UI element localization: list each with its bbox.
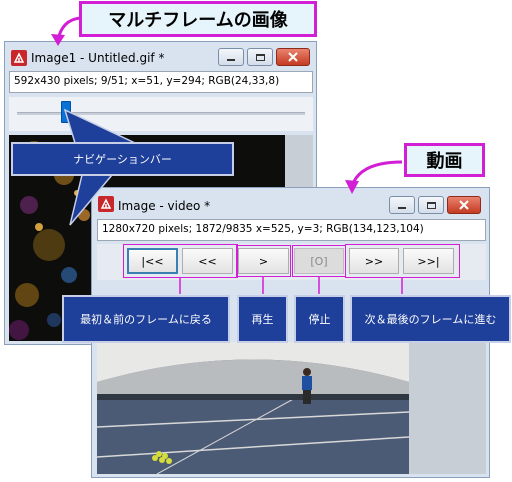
callout-video: 動画 bbox=[404, 143, 485, 177]
callout-navigation-bar: ナビゲーションバー bbox=[11, 142, 234, 176]
callout-arrow-video bbox=[345, 160, 403, 194]
callout-pointer-navbar bbox=[63, 108, 136, 226]
